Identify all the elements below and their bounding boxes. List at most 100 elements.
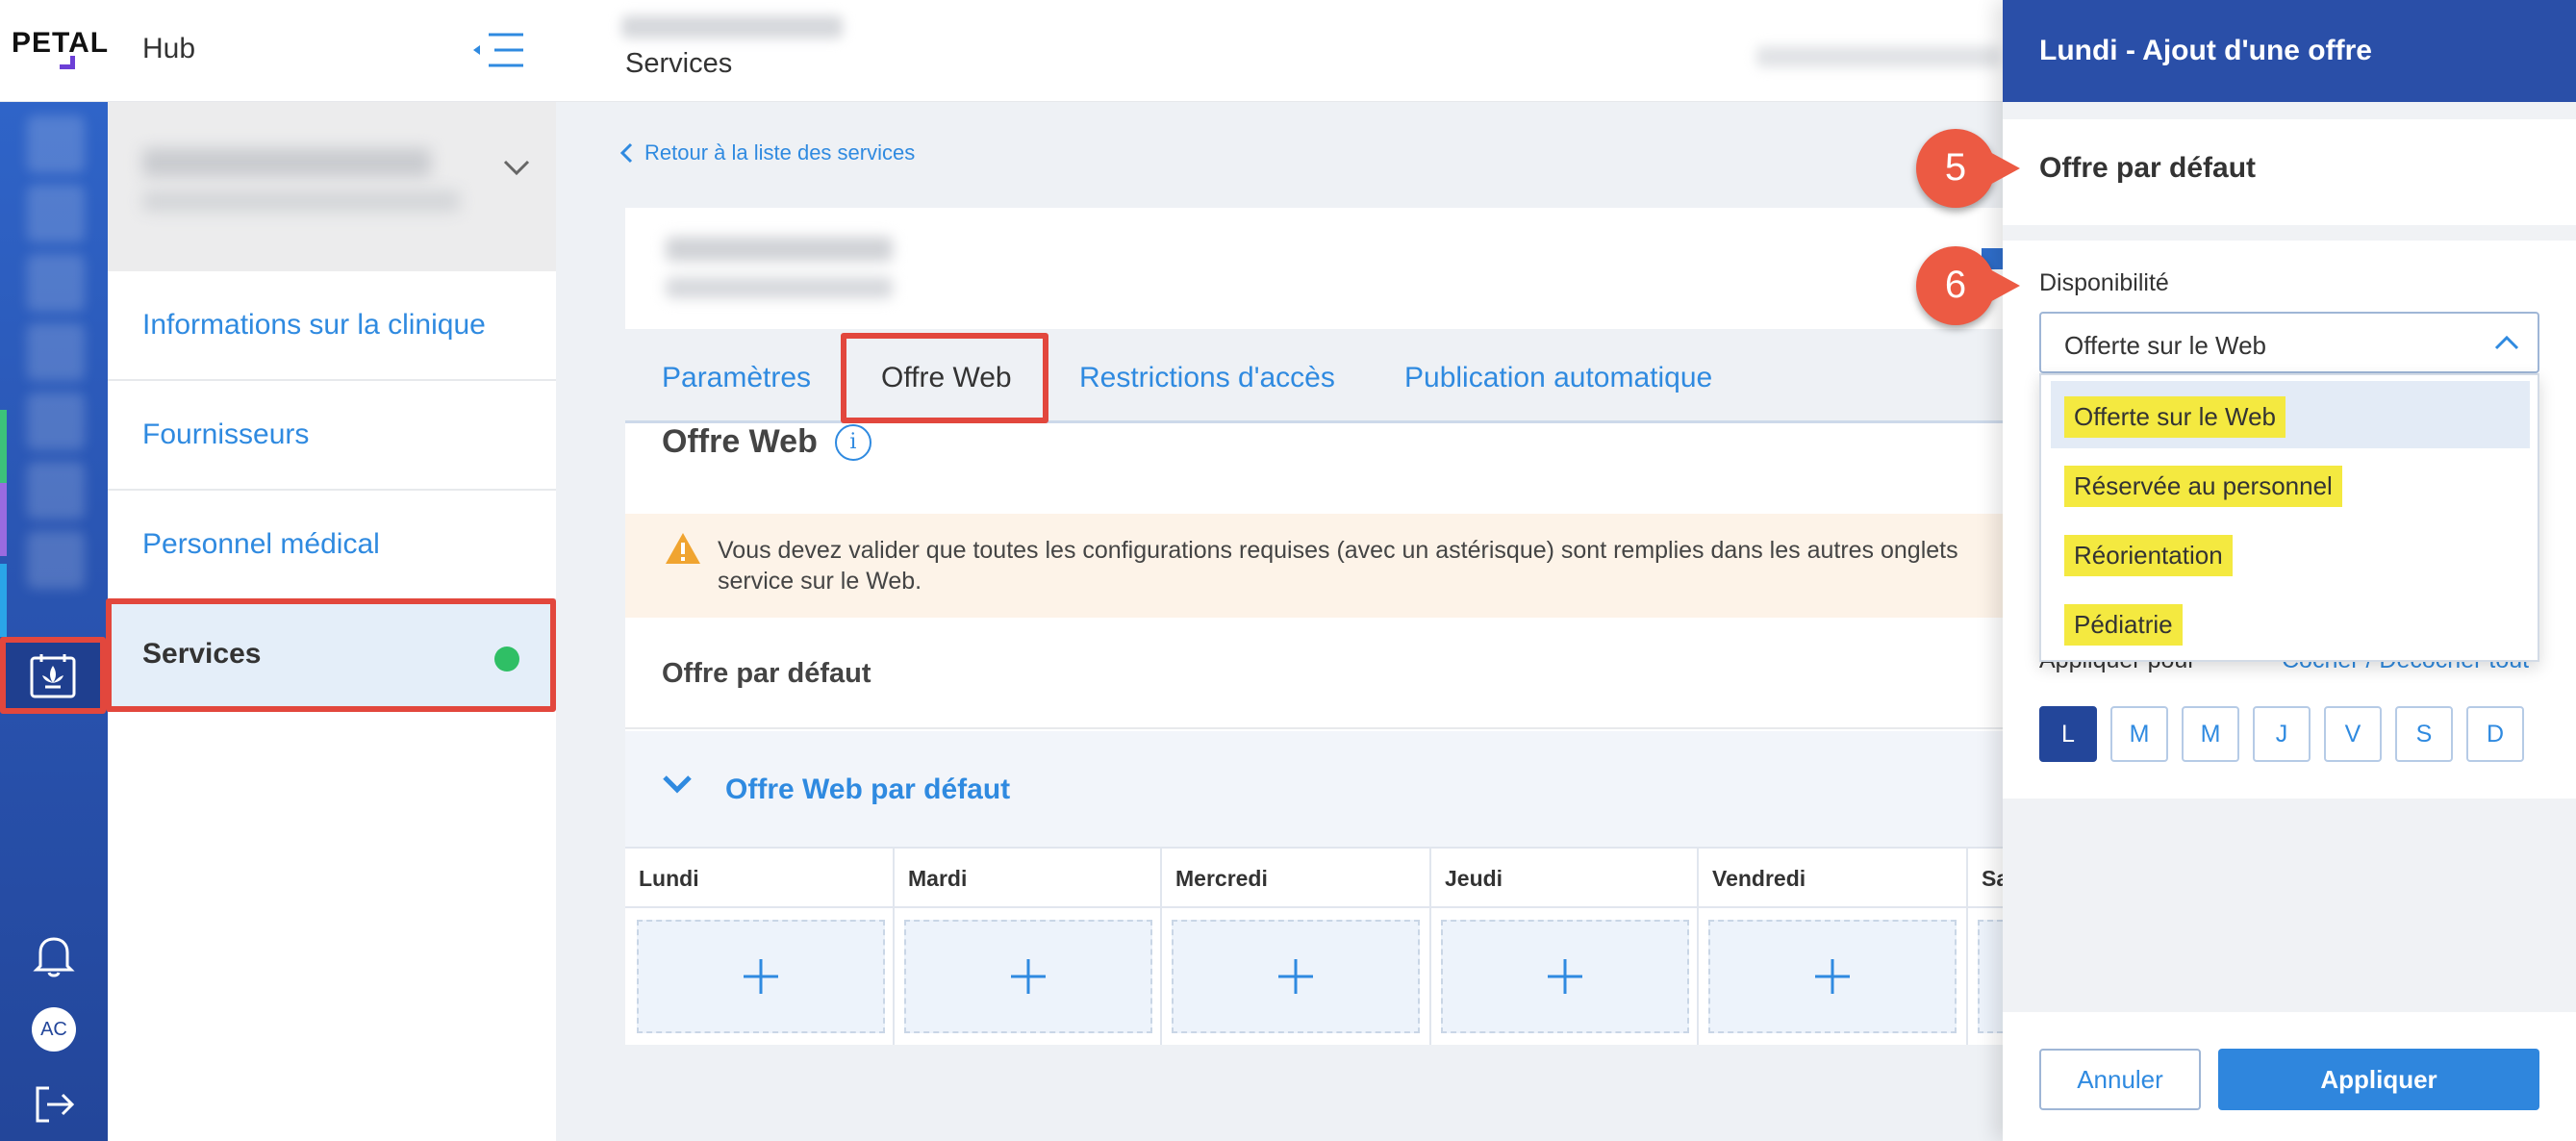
option-label: Pédiatrie (2064, 604, 2183, 646)
blurred-service-name (666, 237, 893, 262)
add-slot-button[interactable] (1978, 920, 2003, 1033)
drawer-section-default: Offre par défaut (2003, 119, 2576, 225)
day-header: Lundi (639, 866, 699, 891)
add-offer-drawer: Lundi - Ajout d'une offre Offre par défa… (2003, 0, 2576, 1141)
days-header: Lundi Mardi Mercredi Jeudi Vendredi Sa (625, 847, 2008, 908)
bell-icon[interactable] (27, 927, 81, 981)
option-label: Réservée au personnel (2064, 466, 2342, 507)
logo-mark (60, 56, 75, 69)
warning-icon (666, 533, 700, 564)
rail-blurred-icon[interactable] (27, 185, 85, 242)
service-header-card (625, 208, 2003, 329)
chevron-down-icon (663, 775, 692, 794)
day-toggle-mercredi[interactable]: M (2182, 706, 2239, 762)
drawer-section-title: Offre par défaut (2039, 152, 2257, 184)
column-divider (1697, 847, 1699, 1045)
plus-icon (744, 959, 778, 994)
option-reorientation[interactable]: Réorientation (2051, 520, 2530, 587)
select-value: Offerte sur le Web (2064, 331, 2267, 360)
tab-parametres[interactable]: Paramètres (662, 362, 811, 394)
rail-stripe-blue (0, 564, 7, 637)
info-icon[interactable]: i (834, 423, 871, 461)
sidebar-item-medical-staff[interactable]: Personnel médical (108, 491, 556, 600)
rail-blurred-icon[interactable] (27, 393, 85, 450)
warning-banner: Vous devez valider que toutes les config… (625, 514, 2003, 618)
sidebar-item-suppliers[interactable]: Fournisseurs (108, 381, 556, 491)
drawer-footer: Annuler Appliquer (2003, 1012, 2576, 1141)
drawer-title: Lundi - Ajout d'une offre (2039, 35, 2372, 66)
cancel-button[interactable]: Annuler (2039, 1049, 2201, 1110)
back-link-label: Retour à la liste des services (644, 140, 916, 165)
option-label: Offerte sur le Web (2064, 396, 2286, 438)
blurred-clinic-name (142, 148, 431, 177)
rail-blurred-icon[interactable] (27, 254, 85, 312)
add-slot-button[interactable] (637, 920, 885, 1033)
offre-web-accordion[interactable]: Offre Web par défaut (625, 731, 2003, 847)
callout-number: 6 (1944, 264, 1967, 306)
disponibilite-dropdown: Offerte sur le Web Réservée au personnel… (2039, 373, 2539, 662)
callout-step-5: 5 (1916, 129, 2030, 208)
plus-icon (1011, 959, 1046, 994)
warning-text: Vous devez valider que toutes les config… (718, 537, 1958, 595)
blurred-service-subtitle (666, 277, 893, 298)
column-divider (1429, 847, 1431, 1045)
section-title: Offre Web i (662, 423, 871, 461)
rail-blurred-icon[interactable] (27, 115, 85, 173)
tab-publication-auto[interactable]: Publication automatique (1404, 362, 1712, 394)
disponibilite-select[interactable]: Offerte sur le Web (2039, 312, 2539, 373)
day-header: Vendredi (1712, 866, 1806, 891)
plus-icon (1548, 959, 1582, 994)
back-to-services-link[interactable]: Retour à la liste des services (619, 140, 915, 165)
highlight-rail-services (0, 637, 106, 714)
add-slot-button[interactable] (904, 920, 1152, 1033)
day-header: Mercredi (1175, 866, 1268, 891)
highlight-tab-offre-web (841, 333, 1048, 423)
drawer-section-availability: Disponibilité Appliquer pour Cocher / Dé… (2003, 241, 2576, 799)
add-slot-button[interactable] (1172, 920, 1420, 1033)
day-toggle-mardi[interactable]: M (2110, 706, 2168, 762)
day-toggle-jeudi[interactable]: J (2253, 706, 2311, 762)
blurred-user-info (1756, 46, 2001, 67)
rail-stripe-green (0, 410, 7, 483)
sidebar-item-label: Fournisseurs (142, 418, 310, 450)
disponibilite-label: Disponibilité (2039, 269, 2169, 296)
petal-logo: PETAL (12, 27, 110, 59)
callout-step-6: 6 (1916, 246, 2030, 325)
day-toggle-lundi[interactable]: L (2039, 706, 2097, 762)
column-divider (893, 847, 895, 1045)
chevron-left-icon (619, 142, 633, 164)
tab-restrictions[interactable]: Restrictions d'accès (1079, 362, 1335, 394)
chevron-up-icon (2494, 335, 2519, 350)
callout-number: 5 (1944, 146, 1967, 189)
day-header: Jeudi (1445, 866, 1503, 891)
rail-stripe-purple (0, 483, 7, 556)
add-slot-button[interactable] (1708, 920, 1957, 1033)
offre-web-panel: Offre Web i Vous devez valider que toute… (625, 423, 2008, 1045)
add-slot-button[interactable] (1441, 920, 1689, 1033)
sidebar-item-label: Informations sur la clinique (142, 309, 486, 341)
clinic-selector[interactable] (108, 102, 556, 271)
option-offerte-web[interactable]: Offerte sur le Web (2051, 381, 2530, 448)
day-toggle-samedi[interactable]: S (2395, 706, 2453, 762)
plus-icon (1815, 959, 1850, 994)
chevron-down-icon[interactable] (502, 152, 531, 181)
rail-blurred-icon[interactable] (27, 462, 85, 520)
nav-rail: AC (0, 102, 108, 1141)
avatar[interactable]: AC (27, 1002, 81, 1056)
logout-icon[interactable] (27, 1078, 81, 1131)
rail-blurred-icon[interactable] (27, 531, 85, 589)
day-toggle-dimanche[interactable]: D (2466, 706, 2524, 762)
apply-button[interactable]: Appliquer (2218, 1049, 2539, 1110)
offre-par-defaut-row: Offre par défaut (625, 618, 2003, 729)
column-divider (1160, 847, 1162, 1045)
option-reservee-personnel[interactable]: Réservée au personnel (2051, 450, 2530, 518)
offre-par-defaut-label: Offre par défaut (662, 658, 871, 689)
day-header: Mardi (908, 866, 968, 891)
collapse-menu-icon[interactable] (473, 31, 527, 69)
rail-blurred-icon[interactable] (27, 323, 85, 381)
option-pediatrie[interactable]: Pédiatrie (2051, 589, 2530, 656)
sidebar-item-clinic-info[interactable]: Informations sur la clinique (108, 271, 556, 381)
section-title-text: Offre Web (662, 423, 818, 460)
day-toggle-vendredi[interactable]: V (2324, 706, 2382, 762)
drawer-header: Lundi - Ajout d'une offre (2003, 0, 2576, 102)
